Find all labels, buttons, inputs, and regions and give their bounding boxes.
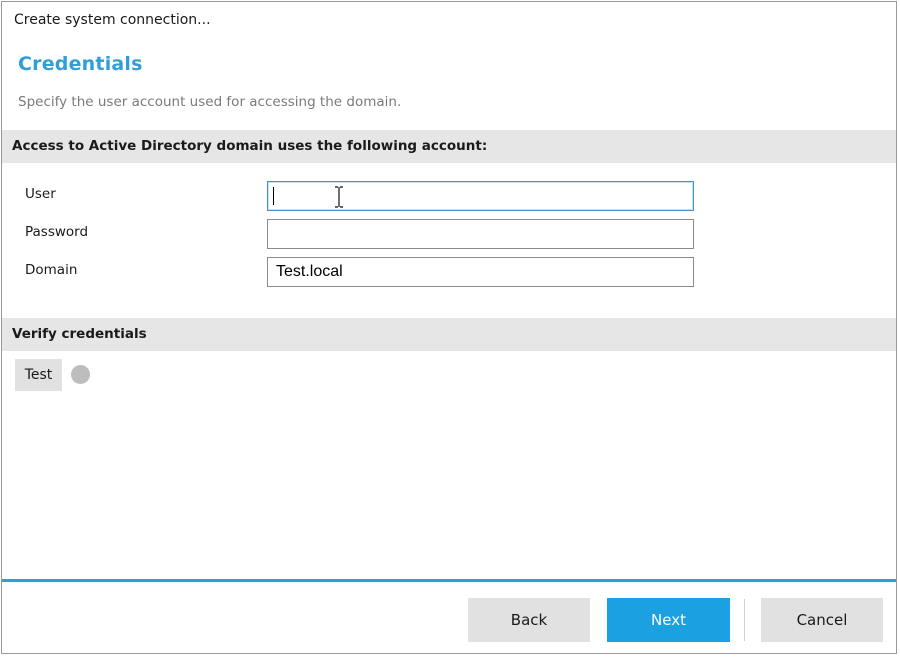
text-caret (273, 187, 274, 205)
back-button[interactable]: Back (468, 598, 590, 642)
test-button[interactable]: Test (15, 359, 62, 391)
password-input[interactable] (267, 219, 694, 249)
footer-separator (2, 579, 896, 582)
text-cursor-icon (335, 186, 343, 208)
window-title: Create system connection... (14, 12, 211, 28)
next-button[interactable]: Next (607, 598, 730, 642)
dialog-window: Create system connection... Credentials … (1, 1, 897, 654)
user-input[interactable] (267, 181, 694, 211)
footer-divider (744, 599, 745, 641)
account-section-header: Access to Active Directory domain uses t… (2, 130, 896, 163)
status-indicator-icon (71, 365, 90, 384)
page-heading: Credentials (18, 53, 143, 75)
verify-section-header: Verify credentials (2, 318, 896, 351)
password-label: Password (25, 224, 89, 240)
page-subtitle: Specify the user account used for access… (18, 94, 402, 110)
domain-label: Domain (25, 262, 78, 278)
domain-input[interactable] (267, 257, 694, 287)
user-label: User (25, 186, 56, 202)
cancel-button[interactable]: Cancel (761, 598, 883, 642)
